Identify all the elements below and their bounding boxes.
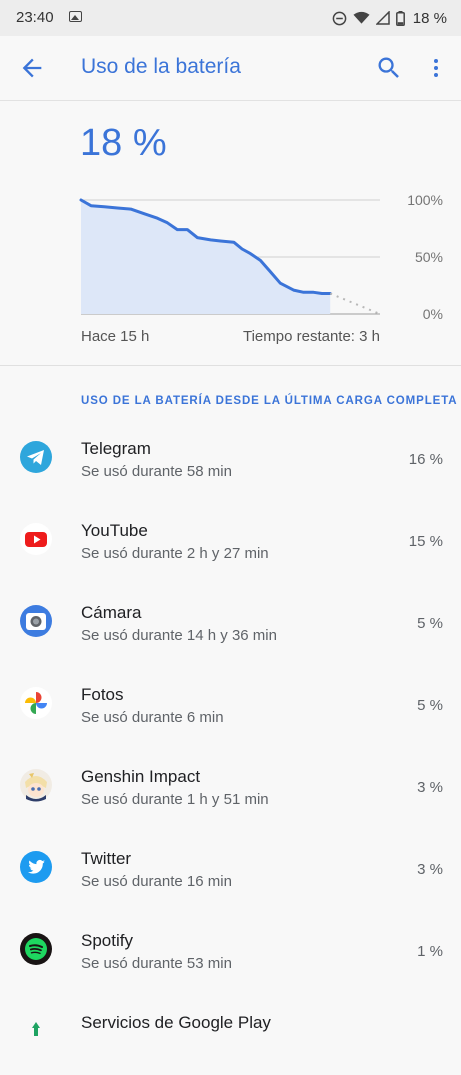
- app-bar: Uso de la batería: [0, 36, 461, 101]
- chart-y-tick-label: 50%: [415, 249, 443, 265]
- chart-remaining-label: Tiempo restante: 3 h: [242, 328, 380, 345]
- app-usage: Se usó durante 1 h y 51 min: [81, 791, 269, 808]
- status-bar: 23:40 18 %: [0, 0, 461, 36]
- status-icons: 18 %: [332, 8, 447, 28]
- photos-icon: [20, 687, 52, 719]
- app-name: YouTube: [81, 521, 148, 540]
- arrow-back-icon[interactable]: [18, 54, 46, 82]
- app-name: Twitter: [81, 849, 132, 868]
- app-row-youtube[interactable]: YouTube Se usó durante 2 h y 27 min 15 %: [0, 501, 461, 583]
- spotify-icon: [20, 933, 52, 965]
- app-row-telegram[interactable]: Telegram Se usó durante 58 min 16 %: [0, 419, 461, 501]
- app-name: Fotos: [81, 685, 124, 704]
- app-usage: Se usó durante 58 min: [81, 463, 232, 480]
- more-vert-icon[interactable]: [424, 54, 448, 82]
- status-time: 23:40: [16, 9, 54, 26]
- divider: [0, 365, 461, 366]
- genshin-impact-icon: [20, 769, 52, 802]
- app-percent: 5 %: [417, 697, 443, 714]
- app-percent: 5 %: [417, 615, 443, 632]
- wifi-icon: [353, 11, 370, 24]
- app-usage: Se usó durante 16 min: [81, 873, 232, 890]
- app-percent: 15 %: [408, 533, 443, 550]
- app-name: Cámara: [81, 603, 142, 622]
- app-row-genshin-impact[interactable]: Genshin Impact Se usó durante 1 h y 51 m…: [0, 747, 461, 829]
- app-name: Telegram: [81, 439, 151, 458]
- app-percent: 1 %: [417, 943, 443, 960]
- image-icon: [69, 11, 82, 22]
- app-row-spotify[interactable]: Spotify Se usó durante 53 min 1 %: [0, 911, 461, 993]
- app-usage: Se usó durante 53 min: [81, 955, 232, 972]
- app-usage: Se usó durante 14 h y 36 min: [81, 627, 277, 644]
- battery-level: 18 %: [80, 122, 167, 164]
- app-percent: 16 %: [408, 451, 443, 468]
- chart-y-tick-label: 100%: [407, 192, 443, 208]
- page-title: Uso de la batería: [81, 55, 241, 78]
- app-percent: 3 %: [417, 861, 443, 878]
- app-name: Spotify: [81, 931, 133, 950]
- app-row-camara[interactable]: Cámara Se usó durante 14 h y 36 min 5 %: [0, 583, 461, 665]
- search-icon[interactable]: [375, 54, 403, 82]
- telegram-icon: [20, 441, 52, 473]
- app-name: Servicios de Google Play: [81, 1013, 271, 1032]
- battery-icon: [395, 10, 405, 26]
- section-header: USO DE LA BATERÍA DESDE LA ÚLTIMA CARGA …: [81, 395, 458, 407]
- google-play-services-icon: [32, 1022, 40, 1036]
- app-row-twitter[interactable]: Twitter Se usó durante 16 min 3 %: [0, 829, 461, 911]
- chart-projection-line: [329, 292, 381, 315]
- app-usage: Se usó durante 6 min: [81, 709, 224, 726]
- app-usage-list: Telegram Se usó durante 58 min 16 % YouT…: [0, 419, 461, 1075]
- camera-icon: [20, 605, 52, 637]
- app-percent: 3 %: [417, 779, 443, 796]
- battery-chart: 100% 50% 0%: [79, 192, 443, 322]
- chart-y-ticks: 100% 50% 0%: [407, 192, 443, 322]
- app-row-google-play-services[interactable]: Servicios de Google Play: [0, 993, 461, 1075]
- twitter-icon: [20, 851, 52, 883]
- youtube-icon: [20, 523, 52, 555]
- do-not-disturb-icon: [332, 11, 347, 25]
- app-row-fotos[interactable]: Fotos Se usó durante 6 min 5 %: [0, 665, 461, 747]
- chart-start-label: Hace 15 h: [81, 328, 150, 345]
- signal-icon: [375, 11, 390, 25]
- chart-y-tick-label: 0%: [423, 306, 443, 322]
- status-battery-percent: 18 %: [412, 9, 447, 27]
- app-name: Genshin Impact: [81, 767, 201, 786]
- app-usage: Se usó durante 2 h y 27 min: [81, 545, 269, 562]
